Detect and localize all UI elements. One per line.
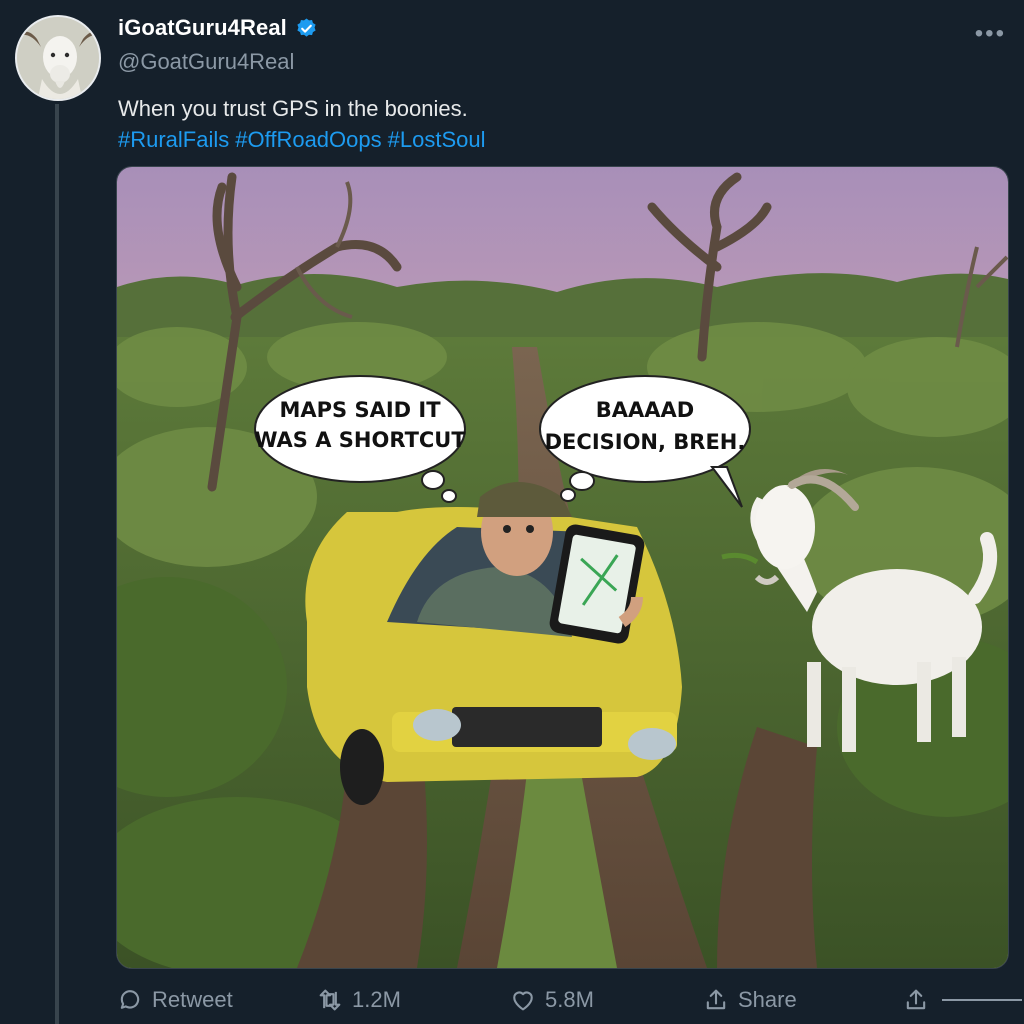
avatar[interactable]: [15, 15, 101, 101]
verified-badge-icon: [297, 17, 316, 37]
reply-button[interactable]: Retweet: [116, 986, 233, 1014]
handle[interactable]: @GoatGuru4Real: [118, 49, 294, 75]
hashtag-link[interactable]: #LostSoul: [388, 127, 486, 152]
bubble-right-line1: BAAAAD: [596, 398, 694, 422]
bubble-right-line2: DECISION, BREH.: [545, 430, 746, 454]
heart-icon: [513, 991, 533, 1011]
retweet-count: 1.2M: [352, 987, 401, 1012]
reply-label: Retweet: [152, 987, 233, 1012]
author-name-row: iGoatGuru4Real: [118, 15, 318, 41]
upload-button[interactable]: [902, 986, 1022, 1014]
thread-line: [55, 104, 59, 1024]
goat-avatar-icon: [17, 17, 99, 99]
display-name[interactable]: iGoatGuru4Real: [118, 15, 287, 41]
tweet-text: When you trust GPS in the boonies.: [118, 96, 468, 121]
meme-illustration: MAPS SAID IT WAS A SHORTCUT BAAAAD DECIS…: [117, 167, 1008, 968]
share-icon: [706, 989, 726, 1010]
share-label: Share: [738, 987, 797, 1012]
like-button[interactable]: 5.8M: [509, 986, 594, 1014]
hashtag-link[interactable]: #OffRoadOops: [235, 127, 381, 152]
more-icon[interactable]: •••: [975, 20, 1006, 48]
reply-icon: [120, 990, 140, 1009]
upload-icon: [906, 989, 926, 1010]
like-count: 5.8M: [545, 987, 594, 1012]
divider: [942, 999, 1022, 1001]
retweet-button[interactable]: 1.2M: [316, 986, 401, 1014]
hashtag-link[interactable]: #RuralFails: [118, 127, 229, 152]
hashtags: #RuralFails #OffRoadOops #LostSoul: [118, 124, 491, 156]
share-button[interactable]: Share: [702, 986, 797, 1014]
media-image[interactable]: MAPS SAID IT WAS A SHORTCUT BAAAAD DECIS…: [116, 166, 1009, 969]
bubble-left-line1: MAPS SAID IT: [279, 398, 441, 422]
bubble-left-line2: WAS A SHORTCUT: [254, 428, 466, 452]
retweet-icon: [319, 989, 341, 1011]
action-bar: Retweet 1.2M 5.8M Share: [116, 983, 1024, 1017]
